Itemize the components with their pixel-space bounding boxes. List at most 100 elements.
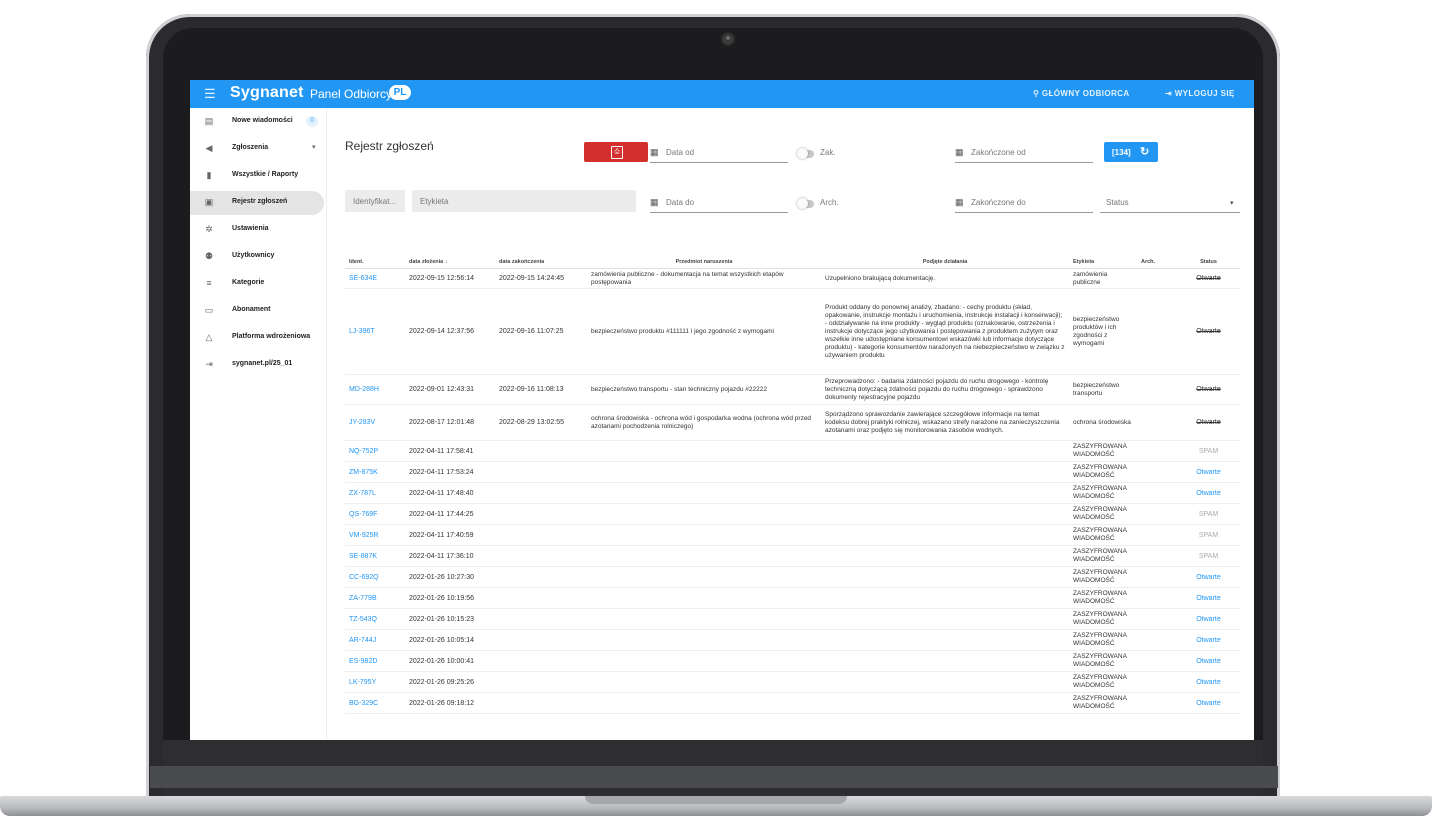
identifier-input[interactable]: Identyfikat... [345, 190, 405, 212]
table-row[interactable]: SE-887K 2022-04-11 17:36:10 ZASZYFROWANA W… [345, 545, 1240, 567]
date-from-field[interactable]: ▦ Data od [650, 144, 788, 163]
reports-icon: ▮ [206, 170, 212, 180]
sidebar-item-link[interactable]: ⇥ sygnanet.pl/25_01 [190, 353, 324, 377]
table-row[interactable]: TZ-543Q 2022-01-26 10:15:23 ZASZYFROWANA W… [345, 608, 1240, 630]
status-link[interactable]: Otwarte [1177, 608, 1240, 630]
status-link[interactable]: Otwarte [1177, 671, 1240, 693]
sidebar-item-users[interactable]: ⚉ Użytkownicy [190, 245, 324, 269]
status-link[interactable]: SPAM [1177, 524, 1240, 546]
closed-toggle[interactable] [797, 148, 814, 159]
table-row[interactable]: LK-795Y 2022-01-26 09:25:26 ZASZYFROWANA W… [345, 671, 1240, 693]
col-header-closed[interactable]: data zakończenia [495, 256, 587, 269]
pdf-export-button[interactable]: ⎙ [584, 142, 648, 162]
table-row[interactable]: CC-692Q 2022-01-26 10:27:30 ZASZYFROWANA W… [345, 566, 1240, 588]
report-id-link[interactable]: ZA-779B [345, 587, 405, 609]
table-row[interactable]: NQ-752P 2022-04-11 17:58:41 ZASZYFROWANA W… [345, 440, 1240, 462]
status-link[interactable]: Otwarte [1177, 629, 1240, 651]
actions-cell [821, 692, 1069, 714]
status-link[interactable]: Otwarte [1177, 374, 1240, 405]
table-row[interactable]: ZM-875K 2022-04-11 17:53:24 ZASZYFROWANA W… [345, 461, 1240, 483]
status-link[interactable]: Otwarte [1177, 587, 1240, 609]
table-row[interactable]: ZA-779B 2022-01-26 10:19:56 ZASZYFROWANA W… [345, 587, 1240, 609]
col-header-subject[interactable]: Przedmiot naruszenia [587, 256, 821, 269]
col-header-submitted[interactable]: data złożenia ↓ [405, 256, 495, 269]
col-header-arch[interactable]: Arch. [1137, 256, 1177, 269]
report-id-link[interactable]: LK-795Y [345, 671, 405, 693]
report-id-link[interactable]: QS-769F [345, 503, 405, 525]
col-header-actions[interactable]: Podjęte działania [821, 256, 1069, 269]
chevron-down-icon: ▾ [312, 144, 316, 151]
report-id-link[interactable]: TZ-543Q [345, 608, 405, 630]
status-link[interactable]: Otwarte [1177, 288, 1240, 375]
table-row[interactable]: VM-925R 2022-04-11 17:40:59 ZASZYFROWANA W… [345, 524, 1240, 546]
report-id-link[interactable]: LJ-396T [345, 288, 405, 375]
table-row[interactable]: SE-634E 2022-09-15 12:56:14 2022-09-15 14:… [345, 268, 1240, 289]
table-row[interactable]: JY-283V 2022-08-17 12:01:48 2022-08-29 13:… [345, 404, 1240, 441]
report-id-link[interactable]: BG-329C [345, 692, 405, 714]
table-row[interactable]: MD-288H 2022-09-01 12:43:31 2022-09-16 11:… [345, 374, 1240, 405]
closed-date [495, 524, 587, 546]
report-id-link[interactable]: SE-634E [345, 268, 405, 289]
status-link[interactable]: Otwarte [1177, 482, 1240, 504]
sidebar-item-subscription[interactable]: ▭ Abonament [190, 299, 324, 323]
col-header-ident[interactable]: Ident. [345, 256, 405, 269]
status-link[interactable]: SPAM [1177, 503, 1240, 525]
status-link[interactable]: Otwarte [1177, 461, 1240, 483]
main-receiver-button[interactable]: ⚲ GŁÓWNY ODBIORCA [1033, 89, 1130, 98]
table-row[interactable]: ZX-787L 2022-04-11 17:48:40 ZASZYFROWANA W… [345, 482, 1240, 504]
arch-cell [1137, 608, 1177, 630]
sidebar-item-platform[interactable]: △ Platforma wdrożeniowa [190, 326, 324, 350]
arch-toggle[interactable] [797, 198, 814, 209]
arch-cell [1137, 461, 1177, 483]
status-link[interactable]: SPAM [1177, 545, 1240, 567]
label-input[interactable]: Etykieta [412, 190, 636, 212]
status-link[interactable]: SPAM [1177, 440, 1240, 462]
sidebar-item-new-messages[interactable]: ▤ Nowe wiadomości 0 [190, 110, 324, 134]
closed-from-field[interactable]: ▦ Zakończone od [955, 144, 1093, 163]
menu-icon[interactable]: ☰ [204, 86, 216, 102]
label-cell: ZASZYFROWANA WIADOMOŚĆ [1069, 629, 1137, 651]
report-id-link[interactable]: NQ-752P [345, 440, 405, 462]
submitted-date: 2022-04-11 17:40:59 [405, 524, 495, 546]
report-id-link[interactable]: VM-925R [345, 524, 405, 546]
status-link[interactable]: Otwarte [1177, 404, 1240, 441]
subject-cell [587, 461, 821, 483]
submitted-date: 2022-01-26 10:00:41 [405, 650, 495, 672]
arch-cell [1137, 692, 1177, 714]
gear-icon: ✲ [205, 224, 213, 234]
col-header-status[interactable]: Status [1177, 256, 1240, 269]
sidebar-item-reports[interactable]: ◀ Zgłoszenia ▾ [190, 137, 324, 161]
sidebar-item-settings[interactable]: ✲ Ustawienia [190, 218, 324, 242]
actions-cell [821, 608, 1069, 630]
report-id-link[interactable]: ZM-875K [345, 461, 405, 483]
logout-button[interactable]: ⇥ WYLOGUJ SIĘ [1165, 89, 1235, 98]
table-row[interactable]: QS-769F 2022-04-11 17:44:25 ZASZYFROWANA W… [345, 503, 1240, 525]
status-link[interactable]: Otwarte [1177, 268, 1240, 289]
calendar-icon: ▦ [955, 147, 964, 157]
table-row[interactable]: BG-329C 2022-01-26 09:18:12 ZASZYFROWANA W… [345, 692, 1240, 714]
table-row[interactable]: LJ-396T 2022-09-14 12:37:56 2022-09-16 11:… [345, 288, 1240, 375]
closed-date [495, 482, 587, 504]
sidebar-item-all-reports[interactable]: ▮ Wszystkie / Raporty [190, 164, 324, 188]
refresh-button[interactable]: [134] ↻ [1104, 142, 1158, 162]
status-link[interactable]: Otwarte [1177, 566, 1240, 588]
date-to-field[interactable]: ▦ Data do [650, 194, 788, 213]
language-badge[interactable]: PL [389, 85, 411, 100]
report-id-link[interactable]: CC-692Q [345, 566, 405, 588]
status-link[interactable]: Otwarte [1177, 650, 1240, 672]
table-row[interactable]: ES-982D 2022-01-26 10:00:41 ZASZYFROWANA W… [345, 650, 1240, 672]
report-id-link[interactable]: SE-887K [345, 545, 405, 567]
report-id-link[interactable]: AR-744J [345, 629, 405, 651]
report-id-link[interactable]: MD-288H [345, 374, 405, 405]
report-id-link[interactable]: JY-283V [345, 404, 405, 441]
closed-to-field[interactable]: ▦ Zakończone do [955, 194, 1093, 213]
report-id-link[interactable]: ZX-787L [345, 482, 405, 504]
status-link[interactable]: Otwarte [1177, 692, 1240, 714]
table-row[interactable]: AR-744J 2022-01-26 10:05:14 ZASZYFROWANA W… [345, 629, 1240, 651]
sidebar-item-categories[interactable]: ≡ Kategorie [190, 272, 324, 296]
report-id-link[interactable]: ES-982D [345, 650, 405, 672]
sidebar-item-register[interactable]: ▣ Rejestr zgłoszeń [190, 191, 324, 215]
actions-cell: Sporządzono sprawozdanie zawierające szc… [821, 404, 1069, 441]
status-select[interactable]: Status ▾ [1100, 194, 1240, 213]
col-header-label[interactable]: Etykieta [1069, 256, 1137, 269]
